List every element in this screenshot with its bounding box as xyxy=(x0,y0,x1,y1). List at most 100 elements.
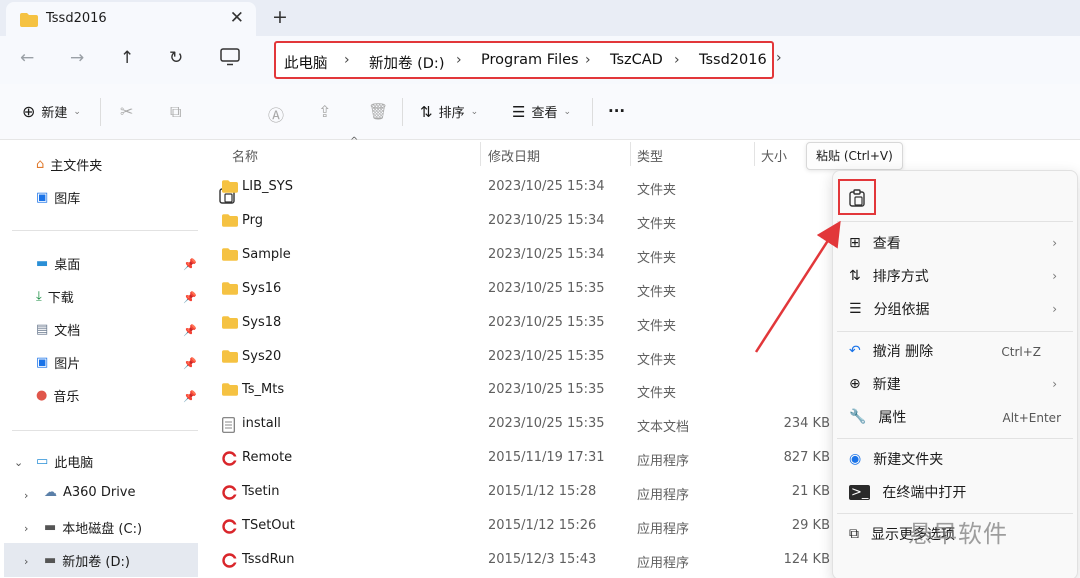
share-icon[interactable]: ⇪ xyxy=(318,102,331,121)
menu-item-properties[interactable]: 🔧 属性 xyxy=(849,407,906,427)
more-options-button[interactable]: ··· xyxy=(608,102,625,120)
menu-item-open-terminal[interactable]: >_ 在终端中打开 xyxy=(849,482,966,502)
file-row[interactable]: install 2023/10/25 15:35 文本文档 234 KB xyxy=(200,408,840,442)
file-type: 应用程序 xyxy=(637,454,690,470)
sidebar-item-downloads[interactable]: ⤓ 下载 xyxy=(36,287,74,306)
cut-icon[interactable]: ✂ xyxy=(120,102,133,121)
breadcrumb-expand-chevron[interactable]: › xyxy=(776,50,782,66)
sidebar-item-label: 本地磁盘 (C:) xyxy=(62,522,143,537)
sidebar-item-this-pc[interactable]: ▭ 此电脑 xyxy=(36,452,93,471)
file-name: Tsetin xyxy=(242,484,280,500)
file-name: install xyxy=(242,416,281,432)
sidebar-item-gallery[interactable]: ▣ 图库 xyxy=(36,188,80,207)
breadcrumb-program-files[interactable]: Program Files xyxy=(481,52,579,68)
sidebar-item-home[interactable]: ⌂ 主文件夹 xyxy=(36,155,102,174)
breadcrumb-drive-d[interactable]: 新加卷 (D:) xyxy=(369,52,444,73)
menu-item-sort[interactable]: ⇅ 排序方式 xyxy=(849,266,929,286)
pin-icon[interactable]: 📌 xyxy=(183,390,197,403)
file-date: 2023/10/25 15:34 xyxy=(488,212,605,228)
file-date: 2023/10/25 15:35 xyxy=(488,280,605,296)
new-tab-button[interactable]: + xyxy=(272,6,288,28)
menu-item-group[interactable]: ☰ 分组依据 xyxy=(849,299,930,319)
file-name: TssdRun xyxy=(242,551,295,567)
forward-arrow-icon[interactable]: → xyxy=(70,48,84,68)
column-header-type[interactable]: 类型 xyxy=(637,146,663,165)
sidebar-item-drive-c[interactable]: ▬ 本地磁盘 (C:) xyxy=(44,518,142,537)
column-header-size[interactable]: 大小 xyxy=(761,146,787,165)
copy-icon[interactable]: ⧉ xyxy=(170,102,181,122)
new-button-label: 新建 xyxy=(41,106,68,121)
address-bar[interactable]: 此电脑 › 新加卷 (D:) › Program Files › TszCAD … xyxy=(274,41,774,79)
file-name: Ts_Mts xyxy=(242,382,285,398)
paste-tooltip: 粘贴 (Ctrl+V) xyxy=(806,142,903,170)
chevron-right-icon[interactable]: › xyxy=(24,555,28,568)
file-row[interactable]: Sample 2023/10/25 15:34 文件夹 xyxy=(200,239,840,273)
gallery-icon: ▣ xyxy=(36,190,49,205)
file-row[interactable]: Prg 2023/10/25 15:34 文件夹 xyxy=(200,205,840,239)
menu-item-new[interactable]: ⊕ 新建 xyxy=(849,374,901,394)
folder-icon xyxy=(222,349,238,363)
file-type: 文件夹 xyxy=(637,318,677,334)
file-date: 2023/10/25 15:35 xyxy=(488,314,605,330)
breadcrumb-tssd2016[interactable]: Tssd2016 xyxy=(699,52,767,68)
sidebar-item-a360-drive[interactable]: ☁ A360 Drive xyxy=(44,485,136,500)
rename-icon[interactable]: Ⓐ xyxy=(268,102,284,126)
chevron-down-icon[interactable]: ⌄ xyxy=(14,456,23,469)
pin-icon[interactable]: 📌 xyxy=(183,258,197,271)
tab-tssd2016[interactable]: Tssd2016 ✕ xyxy=(6,2,256,36)
terminal-icon: >_ xyxy=(849,484,871,500)
folder-icon xyxy=(222,315,238,329)
menu-item-label: 在终端中打开 xyxy=(882,485,967,501)
sidebar-item-pictures[interactable]: ▣ 图片 xyxy=(36,353,80,372)
grid-icon: ⊞ xyxy=(849,235,861,251)
file-row[interactable]: Remote 2015/11/19 17:31 应用程序 827 KB xyxy=(200,442,840,476)
column-header-name[interactable]: 名称 xyxy=(232,146,258,165)
watermark-text: 悬早软件 xyxy=(908,520,1008,548)
menu-item-undo-delete[interactable]: ↶ 撤消 删除 xyxy=(849,341,933,361)
column-divider[interactable] xyxy=(630,142,631,166)
file-row[interactable]: TssdRun 2015/12/3 15:43 应用程序 124 KB xyxy=(200,544,840,578)
breadcrumb-separator[interactable]: › xyxy=(674,52,680,68)
breadcrumb-separator[interactable]: › xyxy=(585,52,591,68)
column-header-date[interactable]: 修改日期 xyxy=(488,146,540,165)
chevron-right-icon[interactable]: › xyxy=(24,522,28,535)
pin-icon[interactable]: 📌 xyxy=(183,324,197,337)
chevron-right-icon[interactable]: › xyxy=(24,489,28,502)
sidebar-item-drive-d[interactable]: ▬ 新加卷 (D:) xyxy=(44,551,130,570)
menu-item-view[interactable]: ⊞ 查看 xyxy=(849,233,901,253)
back-arrow-icon[interactable]: ← xyxy=(20,48,34,68)
file-row[interactable]: Tsetin 2015/1/12 15:28 应用程序 21 KB xyxy=(200,476,840,510)
file-date: 2015/1/12 15:26 xyxy=(488,518,597,533)
breadcrumb-separator[interactable]: › xyxy=(456,52,462,68)
file-row[interactable]: Ts_Mts 2023/10/25 15:35 文件夹 xyxy=(200,374,840,408)
chevron-right-icon: › xyxy=(1052,269,1057,283)
sort-icon: ⇅ xyxy=(849,268,861,284)
file-row[interactable]: Sys16 2023/10/25 15:35 文件夹 xyxy=(200,273,840,307)
breadcrumb-separator[interactable]: › xyxy=(344,52,350,68)
view-button[interactable]: ☰ 查看 ⌄ xyxy=(512,102,571,122)
file-row[interactable]: Sys18 2023/10/25 15:35 文件夹 xyxy=(200,307,840,341)
pin-icon[interactable]: 📌 xyxy=(183,357,197,370)
close-tab-icon[interactable]: ✕ xyxy=(230,8,244,28)
file-date: 2015/1/12 15:28 xyxy=(488,484,597,500)
breadcrumb-this-pc[interactable]: 此电脑 xyxy=(284,52,328,73)
sidebar-item-desktop[interactable]: ▬ 桌面 xyxy=(36,254,80,273)
sort-button[interactable]: ⇅ 排序 ⌄ xyxy=(420,102,478,122)
file-row[interactable]: TSetOut 2015/1/12 15:26 应用程序 29 KB xyxy=(200,510,840,544)
column-divider[interactable] xyxy=(754,142,755,166)
menu-item-new-folder[interactable]: ◉ 新建文件夹 xyxy=(849,449,943,469)
column-divider[interactable] xyxy=(480,142,481,166)
refresh-icon[interactable]: ↻ xyxy=(169,48,183,68)
view-icon: ☰ xyxy=(512,102,526,121)
pin-icon[interactable]: 📌 xyxy=(183,291,197,304)
file-date: 2023/10/25 15:34 xyxy=(488,246,605,262)
file-row[interactable]: Sys20 2023/10/25 15:35 文件夹 xyxy=(200,341,840,375)
sidebar-item-documents[interactable]: ▤ 文档 xyxy=(36,320,80,339)
new-button[interactable]: ⊕ 新建 ⌄ xyxy=(22,102,81,121)
up-arrow-icon[interactable]: ↑ xyxy=(120,48,134,68)
file-type: 文件夹 xyxy=(637,250,677,266)
breadcrumb-tszcad[interactable]: TszCAD xyxy=(610,52,663,68)
delete-icon[interactable]: 🗑 xyxy=(368,102,388,121)
sidebar-item-music[interactable]: ● 音乐 xyxy=(36,386,79,405)
file-row[interactable]: LIB_SYS 2023/10/25 15:34 文件夹 xyxy=(200,171,840,205)
